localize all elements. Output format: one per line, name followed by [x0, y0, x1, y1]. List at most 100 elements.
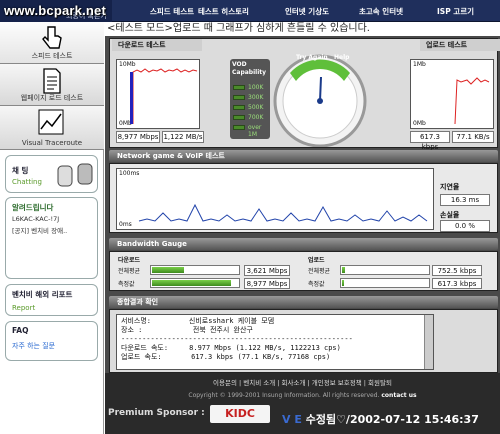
- vod-led: [233, 115, 245, 120]
- nav-speed-test[interactable]: 스피드 테스트: [150, 6, 194, 17]
- sidebar: 스피드 테스트 웹페이지 로드 테스트 Visual Traceroute 채 …: [0, 22, 104, 434]
- result-line: 장소 : 전북 전주시 완산구: [121, 326, 253, 334]
- game-title: Network game & VoIP 테스트: [109, 150, 498, 162]
- loss-value: 0.0 %: [440, 220, 490, 232]
- bw-up-avg-label: 전체평균: [308, 268, 331, 275]
- try-again-button[interactable]: Try Again: [296, 54, 328, 61]
- result-line: 다운로드 속도: 8.977 Mbps (1.122 MB/s, 1122213…: [121, 344, 341, 352]
- sidebar-item-speed-test[interactable]: 스피드 테스트: [0, 22, 104, 64]
- result-line: 업로드 속도: 617.3 kbps (77.1 KB/s, 77168 cps…: [121, 353, 331, 361]
- vod-level: 500K: [248, 104, 264, 111]
- hand-pointer-icon: [42, 26, 62, 49]
- stamp-ve: V E: [282, 413, 302, 426]
- bw-up-cur: 617.3 kbps: [432, 278, 482, 289]
- download-bytes: 1,122 MB/s: [162, 131, 204, 143]
- chat-title: 채 팅: [12, 166, 29, 175]
- phone-icon: [57, 163, 93, 187]
- report-box[interactable]: 벤치비 해외 리포트 Report: [5, 284, 98, 316]
- bw-up-cur-fill: [342, 280, 344, 286]
- copyright: Copyright © 1999-2001 Insung Information…: [105, 392, 500, 399]
- upload-trace: [454, 77, 490, 125]
- bw-down-cur: 8,977 Mbps: [244, 278, 290, 289]
- vod-led: [233, 95, 245, 100]
- bw-up-cur-label: 측정값: [308, 281, 325, 288]
- vod-led: [233, 125, 245, 130]
- latency-trace: [138, 203, 428, 222]
- sidebar-item-label: 스피드 테스트: [31, 52, 73, 60]
- bw-down-cur-fill: [152, 280, 232, 286]
- watermark: www.bcpark.net: [4, 3, 107, 18]
- faq-title: FAQ: [12, 326, 29, 335]
- traceroute-chart-icon: [38, 109, 64, 135]
- sidebar-item-traceroute[interactable]: Visual Traceroute: [0, 106, 104, 150]
- game-panel: 100ms 0ms 지연율 16.3 ms 손실율 0.0 %: [109, 163, 498, 233]
- bw-down-avg-label: 전체평균: [118, 268, 141, 275]
- speed-test-panel: 다운로드 테스트 업로드 테스트 10Mb 0Mb 8,977 Mbps 1,1…: [109, 38, 500, 151]
- help-button[interactable]: Help: [334, 54, 349, 61]
- nav-broadband[interactable]: 초고속 인터넷: [359, 6, 403, 17]
- notice-line2[interactable]: [공지] 벤치비 장애..: [12, 225, 67, 235]
- bw-title: Bandwidth Gauge: [109, 238, 498, 250]
- date-stamp: V E 수정됨♡/2002-07-12 15:46:37: [282, 411, 479, 427]
- vod-level: 100K: [248, 84, 264, 91]
- speed-gauge: Try Again Help: [270, 43, 370, 148]
- loss-label: 손실율: [440, 211, 460, 219]
- test-mode-header: <테스트 모드>업로드 때 그래프가 심하게 흔들릴 수 있습니다.: [105, 22, 500, 36]
- vod-led: [233, 105, 245, 110]
- bw-download-title: 다운로드: [118, 257, 141, 264]
- notice-line1[interactable]: L6KAC-KAC-!7J: [12, 215, 59, 223]
- bw-down-avg-bar: [150, 265, 240, 275]
- chat-box[interactable]: 채 팅 Chatting: [5, 155, 98, 193]
- upload-title: 업로드 테스트: [420, 39, 500, 51]
- bw-down-avg-fill: [152, 267, 184, 273]
- vod-level: over 1M: [248, 124, 262, 138]
- vod-level: 700K: [248, 114, 264, 121]
- bw-up-avg: 752.5 kbps: [432, 265, 482, 276]
- bw-down-cur-bar: [150, 278, 240, 288]
- upload-bytes: 77.1 KB/s: [452, 131, 494, 143]
- vod-led: [233, 85, 245, 90]
- download-graph: 10Mb 0Mb: [116, 59, 200, 129]
- faq-sub: 자주 하는 질문: [12, 342, 56, 350]
- vod-level: 300K: [248, 94, 264, 101]
- latency-label: 지연율: [440, 183, 460, 191]
- sidebar-item-webpage-load[interactable]: 웹페이지 로드 테스트: [0, 64, 104, 106]
- nav-internet-weather[interactable]: 인터넷 기상도: [285, 6, 329, 17]
- download-trace: [130, 68, 198, 124]
- footer-links[interactable]: 이용문의 | 벤치비 소개 | 회사소개 | 개인정보 보호정책 | 회원탈퇴: [105, 377, 500, 387]
- chat-sub: Chatting: [12, 178, 42, 186]
- report-sub: Report: [12, 304, 36, 312]
- nav-isp-choose[interactable]: ISP 고르기: [437, 6, 474, 17]
- result-line: 서비스명: 신비로sshark 케이블 모뎀: [121, 317, 275, 325]
- premium-label: Premium Sponsor :: [108, 408, 205, 418]
- nav-test-history[interactable]: 테스트 히스토리: [198, 6, 249, 17]
- bw-up-cur-bar: [340, 278, 430, 288]
- vod-capability: VOD Capability 100K 300K 500K 700K over …: [230, 59, 270, 139]
- latency-graph: 100ms 0ms: [116, 168, 434, 230]
- result-line: ----------------------------------------…: [121, 335, 353, 343]
- vod-title: VOD Capability: [232, 61, 267, 76]
- contact-link[interactable]: contact us: [381, 392, 416, 399]
- bw-down-avg: 3,621 Mbps: [244, 265, 290, 276]
- download-speed: 8,977 Mbps: [116, 131, 160, 143]
- result-text: 서비스명: 신비로sshark 케이블 모뎀 장소 : 전북 전주시 완산구 ---…: [116, 314, 434, 370]
- notice-title: 알려드립니다: [12, 203, 54, 212]
- upload-graph: 1Mb 0Mb: [410, 59, 494, 129]
- result-title: 종합결과 확인: [109, 296, 498, 308]
- bw-upload-title: 업로드: [308, 257, 325, 264]
- report-title: 벤치비 해외 리포트: [12, 290, 73, 299]
- document-icon: [43, 68, 61, 94]
- kidc-logo[interactable]: KIDC: [210, 405, 270, 423]
- upload-speed: 617.3 kbps: [410, 131, 450, 151]
- sidebar-item-label: 웹페이지 로드 테스트: [20, 94, 84, 102]
- download-title: 다운로드 테스트: [112, 39, 202, 51]
- sidebar-item-label: Visual Traceroute: [21, 139, 83, 147]
- bw-up-avg-bar: [340, 265, 430, 275]
- bw-panel: 다운로드 업로드 전체평균 측정값 3,621 Mbps 8,977 Mbps …: [109, 251, 498, 291]
- bw-up-avg-fill: [342, 267, 345, 273]
- faq-box[interactable]: FAQ 자주 하는 질문: [5, 321, 98, 361]
- stamp-text: 수정됨♡/2002-07-12 15:46:37: [305, 413, 479, 426]
- bw-down-cur-label: 측정값: [118, 281, 135, 288]
- result-scrollbar[interactable]: [424, 315, 433, 369]
- latency-value: 16.3 ms: [440, 194, 490, 206]
